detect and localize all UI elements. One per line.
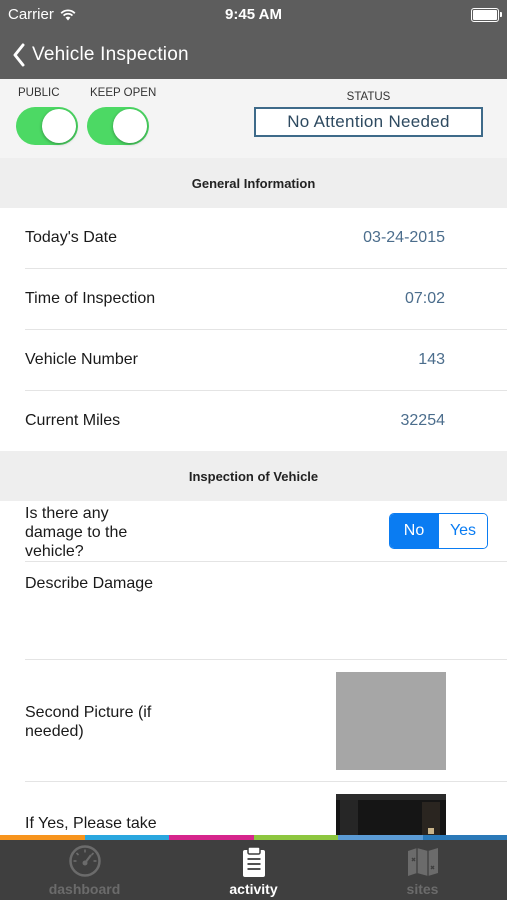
keep-open-toggle[interactable] <box>87 107 149 145</box>
damage-segmented-control: No Yes <box>389 513 488 549</box>
row-label: Time of Inspection <box>25 290 156 307</box>
take-picture-label: If Yes, Please take <box>25 815 157 832</box>
damage-no-option[interactable]: No <box>390 514 438 548</box>
row-value: 32254 <box>400 412 446 429</box>
form-row-time-of-inspection[interactable]: Time of Inspection 07:02 <box>25 269 507 330</box>
row-label: Vehicle Number <box>25 351 138 368</box>
chevron-left-icon <box>13 43 25 66</box>
back-button[interactable]: Vehicle Inspection <box>0 43 189 67</box>
form-controls: PUBLIC KEEP OPEN STATUS No Attention Nee… <box>0 79 507 158</box>
tab-dashboard[interactable]: dashboard <box>0 840 169 900</box>
form-row-current-miles[interactable]: Current Miles 32254 <box>25 391 507 451</box>
tab-sites-label: sites <box>406 881 439 897</box>
tab-activity-label: activity <box>229 881 278 897</box>
tab-bar: dashboard activity sites <box>0 840 507 900</box>
battery-icon <box>471 8 502 22</box>
row-label: Today's Date <box>25 229 117 246</box>
tab-activity[interactable]: activity <box>169 840 338 900</box>
second-picture-label: Second Picture (if needed) <box>25 704 152 740</box>
form-row-describe-damage[interactable]: Describe Damage <box>25 562 507 660</box>
clock: 9:45 AM <box>225 6 282 23</box>
second-picture-placeholder[interactable] <box>336 672 446 770</box>
keep-open-toggle-group: KEEP OPEN <box>87 87 156 145</box>
page-title: Vehicle Inspection <box>32 43 189 65</box>
damage-question-label: Is there any damage to the vehicle? <box>25 505 128 560</box>
form-row-todays-date[interactable]: Today's Date 03-24-2015 <box>25 208 507 269</box>
public-toggle-group: PUBLIC <box>16 87 78 145</box>
tab-sites[interactable]: sites <box>338 840 507 900</box>
damage-yes-option[interactable]: Yes <box>438 514 487 548</box>
clipboard-icon <box>242 846 265 877</box>
map-icon <box>407 848 438 876</box>
damage-photo-thumbnail[interactable] <box>336 794 446 838</box>
navigation-bar: Vehicle Inspection <box>0 30 507 79</box>
row-label: Current Miles <box>25 412 121 429</box>
row-value: 07:02 <box>404 290 445 307</box>
form-row-vehicle-number[interactable]: Vehicle Number 143 <box>25 330 507 391</box>
row-value: 143 <box>418 351 445 368</box>
tab-dashboard-label: dashboard <box>48 881 121 897</box>
public-toggle[interactable] <box>16 107 78 145</box>
status-bar: Carrier 9:45 AM <box>0 0 507 30</box>
status-field: STATUS No Attention Needed <box>254 91 483 137</box>
public-label: PUBLIC <box>18 87 60 99</box>
describe-damage-label: Describe Damage <box>25 575 154 592</box>
status-select[interactable]: No Attention Needed <box>254 107 483 137</box>
photo-image <box>336 794 446 838</box>
section-header-inspection: Inspection of Vehicle <box>0 451 507 501</box>
section-header-general: General Information <box>0 158 507 208</box>
keep-open-label: KEEP OPEN <box>90 87 157 99</box>
speedometer-icon <box>68 845 101 877</box>
row-value: 03-24-2015 <box>363 229 445 246</box>
status-label: STATUS <box>346 91 391 103</box>
